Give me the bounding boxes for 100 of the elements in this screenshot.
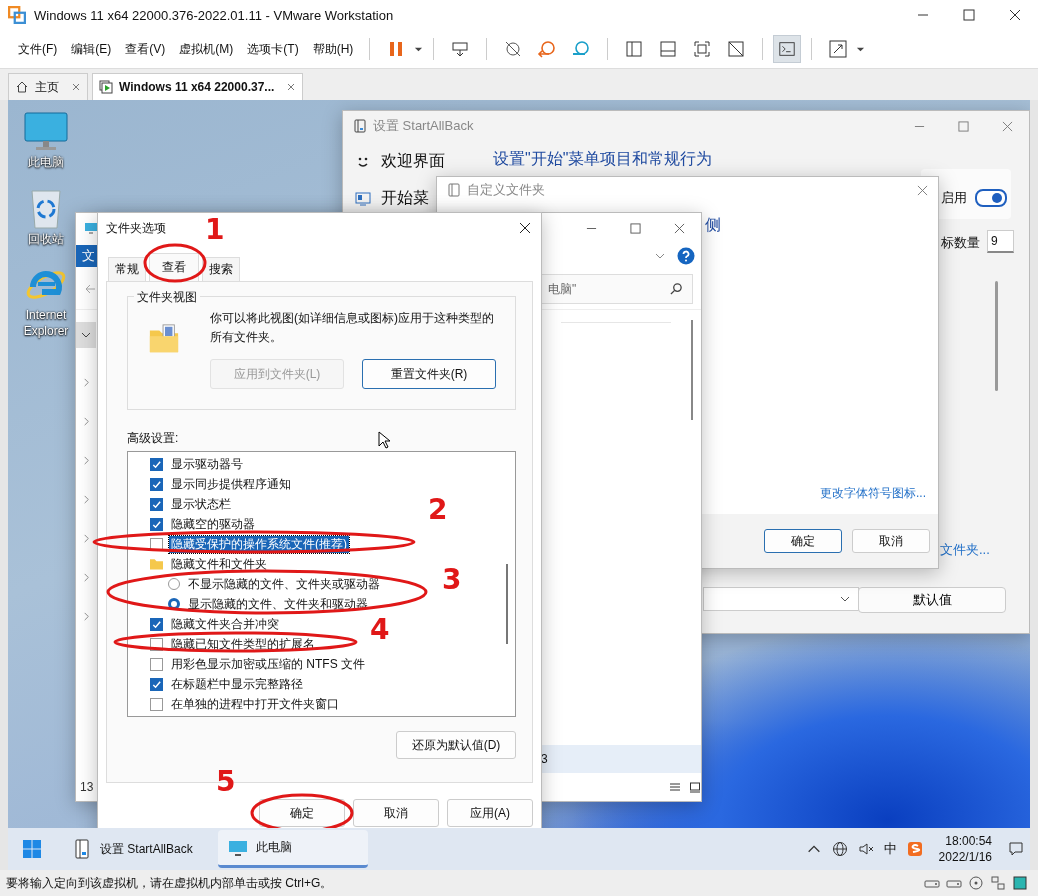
full-screen-icon[interactable]	[692, 39, 713, 59]
close-icon[interactable]	[519, 222, 531, 234]
menu-item[interactable]: 选项卡(T)	[241, 40, 305, 58]
dialog-button[interactable]: 取消	[353, 799, 439, 827]
checkbox[interactable]	[150, 457, 163, 471]
selected-row[interactable]: 3	[541, 745, 701, 773]
large-icons-view-icon[interactable]	[689, 781, 701, 793]
annotation-ellipse	[143, 243, 207, 283]
maximize-icon	[957, 120, 969, 132]
chevron-down-icon	[840, 594, 850, 604]
vm-tab[interactable]: Windows 11 x64 22000.37...	[92, 73, 304, 100]
taskbar-app[interactable]: 设置 StartAllBack	[62, 830, 212, 868]
number-field[interactable]: 9	[987, 230, 1014, 253]
checkbox[interactable]	[150, 517, 163, 531]
advanced-settings-label: 高级设置:	[127, 430, 179, 447]
checkbox[interactable]	[150, 477, 163, 491]
maximize-icon	[629, 222, 641, 234]
checkbox[interactable]	[150, 657, 163, 671]
help-icon[interactable]	[677, 247, 695, 265]
vm-running-icon	[99, 80, 113, 94]
monitor-icon	[355, 190, 371, 207]
network-icon[interactable]	[990, 875, 1006, 891]
restore-defaults-button[interactable]: 还原为默认值(D)	[396, 731, 516, 759]
revert-snapshot-icon[interactable]	[537, 39, 558, 59]
dialog-button[interactable]: 取消	[852, 529, 930, 553]
start-menu-icon[interactable]	[22, 839, 42, 859]
setting-label[interactable]: 在单独的进程中打开文件夹窗口	[169, 695, 341, 713]
checkbox[interactable]	[150, 677, 163, 691]
scrollbar-thumb[interactable]	[506, 564, 508, 644]
nav-item[interactable]: 欢迎界面	[381, 151, 445, 172]
annotation-number: 1	[205, 216, 225, 244]
clock-time[interactable]: 18:00:54	[945, 832, 992, 849]
speaker-muted-icon[interactable]	[857, 841, 874, 857]
scrollbar-thumb[interactable]	[995, 281, 998, 391]
menu-item[interactable]: 编辑(E)	[65, 40, 118, 58]
chevron-down-icon	[81, 330, 91, 340]
dialog-tab[interactable]: 常规	[108, 257, 146, 281]
collapsed-chevron-icon[interactable]	[81, 456, 91, 465]
scrollbar-thumb[interactable]	[691, 320, 693, 420]
collapsed-chevron-icon[interactable]	[81, 378, 91, 387]
folder-icon	[150, 558, 163, 570]
sidebar-view-icon[interactable]	[624, 39, 645, 59]
collapsed-chevron-icon[interactable]	[81, 495, 91, 504]
monitor-icon	[84, 221, 98, 235]
notification-icon[interactable]	[1008, 841, 1024, 857]
defaults-button[interactable]: 默认值	[858, 587, 1006, 613]
search-icon[interactable]	[670, 282, 683, 295]
close-icon	[673, 222, 685, 234]
clock-date[interactable]: 2022/1/16	[938, 849, 992, 866]
details-view-icon[interactable]	[669, 781, 681, 793]
monitor-icon	[24, 112, 68, 152]
sogou-input-icon[interactable]	[906, 841, 923, 857]
home-icon	[15, 80, 29, 94]
setting-label[interactable]: 隐藏空的驱动器	[169, 515, 257, 533]
collapsed-chevron-icon[interactable]	[81, 417, 91, 426]
taskbar-app-label: 设置 StartAllBack	[100, 840, 193, 858]
dropdown-field[interactable]	[703, 587, 859, 611]
setting-label[interactable]: 用彩色显示加密或压缩的 NTFS 文件	[169, 655, 367, 673]
settings-app-icon	[447, 183, 461, 197]
dialog-button[interactable]: 确定	[764, 529, 842, 553]
window-title: 设置 StartAllBack	[373, 117, 474, 135]
display-icon[interactable]	[1012, 875, 1028, 891]
menu-item[interactable]: 帮助(H)	[306, 40, 360, 58]
setting-label[interactable]: 隐藏文件和文件夹	[169, 555, 269, 573]
chevron-down-icon[interactable]	[655, 251, 665, 261]
dialog-tab[interactable]: 搜索	[202, 257, 240, 281]
setting-label[interactable]: 不显示隐藏的文件、文件夹或驱动器	[186, 575, 382, 593]
globe-icon[interactable]	[831, 841, 848, 857]
setting-label[interactable]: 在标题栏中显示完整路径	[169, 675, 305, 693]
thumbnail-bar-icon[interactable]	[658, 39, 679, 59]
radio-button[interactable]	[168, 578, 180, 590]
setting-label[interactable]: 显示驱动器号	[169, 455, 245, 473]
console-view-button[interactable]	[773, 35, 802, 63]
stretch-icon[interactable]	[828, 39, 849, 59]
collapsed-chevron-icon[interactable]	[81, 573, 91, 582]
setting-label[interactable]: 隐藏文件夹合并冲突	[169, 615, 281, 633]
checkbox[interactable]	[150, 617, 163, 631]
dialog-button[interactable]: 确定	[259, 799, 345, 827]
folder-link[interactable]: 文件夹...	[940, 541, 990, 559]
send-keys-icon[interactable]	[450, 39, 471, 59]
taskbar-app[interactable]: 此电脑	[218, 830, 368, 868]
dialog-title: 自定义文件夹	[467, 181, 545, 199]
menu-item[interactable]: 文件(F)	[12, 40, 64, 58]
vm-tab[interactable]: 主页	[8, 73, 88, 100]
setting-label[interactable]: 显示状态栏	[169, 495, 233, 513]
checkbox[interactable]	[150, 497, 163, 511]
setting-label[interactable]: 显示同步提供程序通知	[169, 475, 293, 493]
enable-toggle[interactable]	[975, 189, 1007, 207]
dialog-button[interactable]: 应用(A)	[447, 799, 533, 827]
menu-item[interactable]: 查看(V)	[119, 40, 172, 58]
input-method-indicator[interactable]: 中	[883, 840, 897, 858]
nav-item[interactable]: 开始菜	[381, 188, 429, 209]
checkbox[interactable]	[150, 697, 163, 711]
change-icon-link[interactable]: 更改字体符号图标...	[820, 485, 926, 502]
collapsed-chevron-icon[interactable]	[81, 534, 91, 543]
menu-item[interactable]: 虚拟机(M)	[173, 40, 240, 58]
folder-view-button[interactable]: 重置文件夹(R)	[362, 359, 496, 390]
cd-drive-icon[interactable]	[968, 875, 984, 891]
collapsed-chevron-icon[interactable]	[81, 612, 91, 621]
back-arrow-icon[interactable]	[84, 283, 96, 295]
